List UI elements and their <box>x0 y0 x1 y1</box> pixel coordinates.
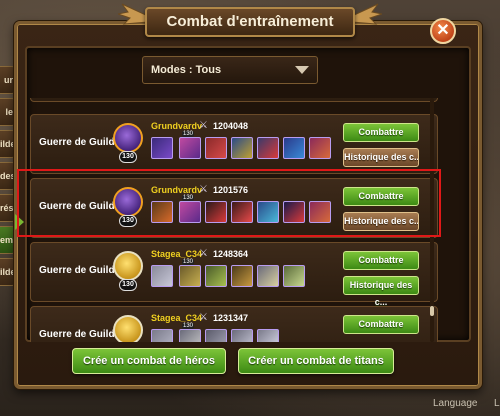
hero-portrait-icon[interactable] <box>205 329 227 342</box>
hero-level: 130 <box>182 323 195 329</box>
team-power: 1231347 <box>213 313 249 323</box>
right-wing-ornament <box>352 3 382 25</box>
hero-portrait-icon[interactable] <box>257 137 279 159</box>
player-level: 130 <box>119 279 137 291</box>
battle-history-button[interactable]: Historique des c... <box>343 148 419 167</box>
mode-filter-label: Modes : Tous <box>151 64 222 76</box>
hero-portrait-icon[interactable] <box>257 329 279 342</box>
guild-emblem-icon <box>113 315 143 342</box>
selected-row-highlight <box>17 169 441 237</box>
hero-portrait-icon[interactable]: 130 <box>179 259 201 287</box>
create-titan-battle-button[interactable]: Créer un combat de titans <box>238 348 394 374</box>
hero-level: 130 <box>182 259 195 265</box>
hero-portrait-icon[interactable] <box>151 329 173 342</box>
truncated-link[interactable]: L <box>494 398 500 409</box>
guild-emblem-icon <box>113 251 143 281</box>
battle-row: Guerre de Guildes 130 Grundvardv ⚔ 12040… <box>30 114 438 174</box>
hero-portrait-icon[interactable] <box>283 265 305 287</box>
player-name: Stagea_C34 <box>151 249 203 259</box>
hero-portrait-icon[interactable] <box>151 265 173 287</box>
crossed-swords-icon: ⚔ <box>199 120 208 131</box>
fight-button[interactable]: Combattre <box>343 123 419 142</box>
player-name: Grundvardv <box>151 121 203 131</box>
hero-portrait-icon[interactable] <box>151 137 173 159</box>
hero-portrait-icon[interactable] <box>283 137 305 159</box>
hero-portrait-icon[interactable] <box>231 329 253 342</box>
chevron-down-icon <box>295 66 309 74</box>
player-level: 130 <box>119 151 137 163</box>
team-power: 1204048 <box>213 121 249 131</box>
language-link[interactable]: Language <box>433 398 478 409</box>
hero-portrait-icon[interactable]: 130 <box>179 323 201 342</box>
crossed-swords-icon: ⚔ <box>199 248 208 259</box>
hero-level: 130 <box>182 131 195 137</box>
scrollbar-thumb[interactable] <box>430 306 434 316</box>
hero-portrait-icon[interactable] <box>205 265 227 287</box>
fight-button[interactable]: Combattre <box>343 315 419 334</box>
dialog-title: Combat d'entraînement <box>145 7 355 37</box>
hero-portrait-icon[interactable] <box>231 265 253 287</box>
battle-history-button[interactable]: Historique des c... <box>343 276 419 307</box>
crossed-swords-icon: ⚔ <box>199 312 208 323</box>
battle-row: Guerre de Guildes 130 Stagea_C34 ⚔ 12483… <box>30 242 438 307</box>
close-button[interactable]: ✕ <box>430 18 456 44</box>
list-item-partial <box>30 98 438 102</box>
hero-portrait-icon[interactable]: 130 <box>179 131 201 159</box>
hero-portrait-icon[interactable] <box>205 137 227 159</box>
close-icon: ✕ <box>436 22 450 39</box>
hero-portrait-icon[interactable] <box>257 265 279 287</box>
fight-button[interactable]: Combattre <box>343 251 419 270</box>
player-name: Stagea_C34 <box>151 313 203 323</box>
battle-row: Guerre de Guildes 130 Stagea_C34 ⚔ 12313… <box>30 306 438 342</box>
left-wing-ornament <box>118 3 148 25</box>
team-power: 1248364 <box>213 249 249 259</box>
guild-emblem-icon <box>113 123 143 153</box>
hero-portrait-icon[interactable] <box>231 137 253 159</box>
mode-filter-dropdown[interactable]: Modes : Tous <box>142 56 318 84</box>
create-hero-battle-button[interactable]: Crée un combat de héros <box>72 348 226 374</box>
hero-portrait-icon[interactable] <box>309 137 331 159</box>
